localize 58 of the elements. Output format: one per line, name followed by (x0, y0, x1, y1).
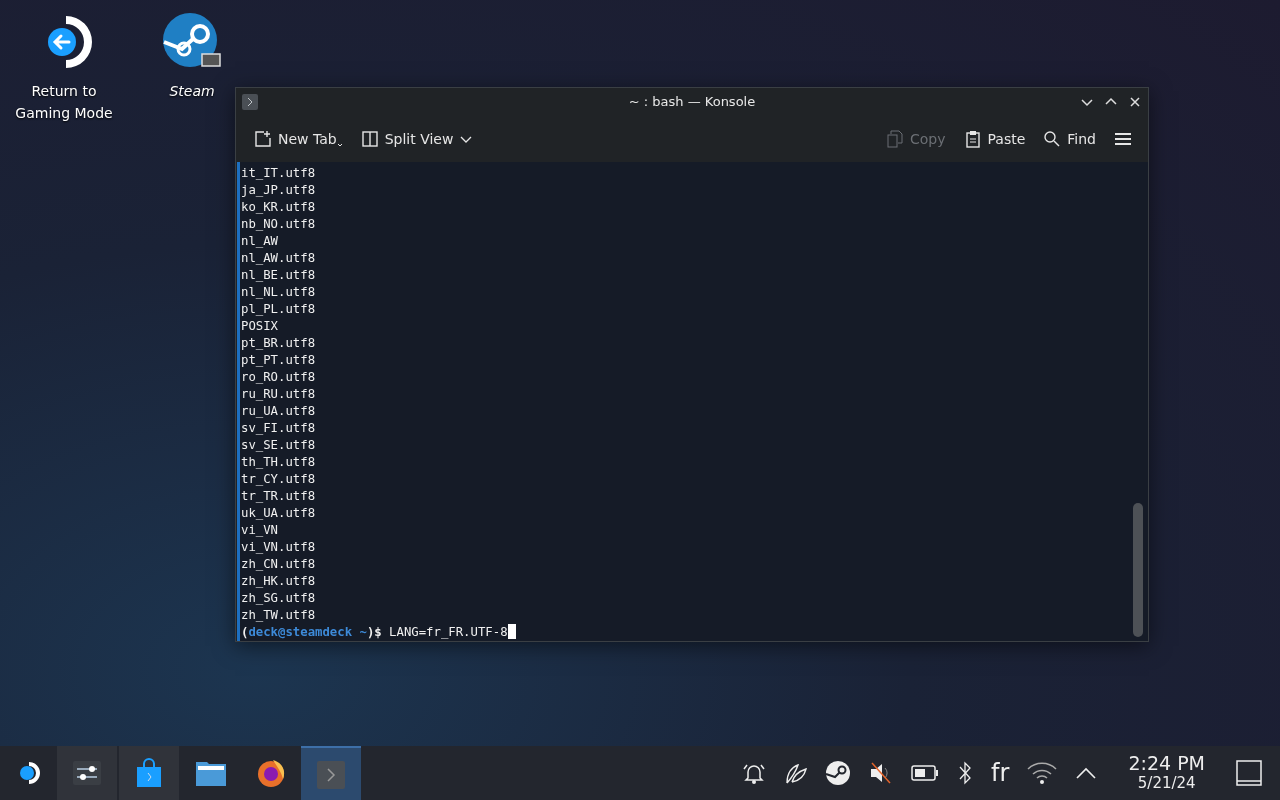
terminal-output-line: pt_BR.utf8 (240, 335, 316, 352)
find-button[interactable]: Find (1037, 125, 1102, 152)
window-title: ~ : bash — Konsole (627, 94, 757, 110)
new-tab-icon[interactable] (254, 129, 272, 148)
search-icon[interactable] (1043, 129, 1062, 148)
browser-icon[interactable] (255, 757, 287, 789)
store-taskbar-button[interactable] (119, 746, 181, 800)
terminal-output-line: sv_SE.utf8 (240, 437, 316, 454)
terminal-output-line: nl_AW.utf8 (240, 250, 316, 267)
terminal-output-line: ro_RO.utf8 (240, 369, 316, 386)
terminal-output-line: vi_VN.utf8 (240, 539, 316, 556)
terminal-output-line: nl_BE.utf8 (240, 267, 316, 284)
terminal-output-line: tr_CY.utf8 (240, 471, 316, 488)
terminal-output-line: vi_VN (240, 522, 279, 539)
chevron-up-icon[interactable] (1075, 766, 1098, 780)
terminal-output-line: it_IT.utf8 (240, 165, 316, 182)
terminal-output-line: th_TH.utf8 (240, 454, 316, 471)
terminal-output-line: zh_CN.utf8 (240, 556, 316, 573)
terminal-output-line: nl_AW (240, 233, 279, 250)
terminal-output-line: ru_UA.utf8 (240, 403, 316, 420)
terminal-output-line: nb_NO.utf8 (240, 216, 316, 233)
terminal-output-line: sv_FI.utf8 (240, 420, 316, 437)
terminal-output-line: zh_SG.utf8 (240, 590, 316, 607)
leaf-icon[interactable] (784, 761, 809, 785)
caret-icon[interactable] (336, 141, 343, 148)
terminal-output-line: tr_TR.utf8 (240, 488, 316, 505)
terminal-output-line: ru_RU.utf8 (240, 386, 316, 403)
terminal-output-line: pt_PT.utf8 (240, 352, 316, 369)
desktop-icon-label[interactable]: Steam (169, 80, 215, 102)
terminal-output-line: nl_NL.utf8 (240, 284, 316, 301)
sliders-icon[interactable] (72, 758, 102, 788)
split-view-icon[interactable] (360, 129, 379, 148)
terminal-taskbar-button[interactable] (301, 744, 361, 800)
show-desktop-icon[interactable] (1236, 760, 1262, 786)
battery-icon[interactable] (911, 763, 940, 783)
steamos-logo-icon[interactable] (17, 761, 41, 785)
keyboard-layout-indicator[interactable]: fr (991, 759, 1010, 787)
terminal-output-line: pl_PL.utf8 (240, 301, 316, 318)
shopping-bag-icon[interactable] (134, 758, 164, 788)
clock-date[interactable]: 5/21/24 (1137, 773, 1196, 793)
terminal-output-line: POSIX (240, 318, 279, 335)
terminal-output-line: ja_JP.utf8 (240, 182, 316, 199)
terminal-output-line: ko_KR.utf8 (240, 199, 316, 216)
terminal-output-line: uk_UA.utf8 (240, 505, 316, 522)
terminal-output-line: zh_TW.utf8 (240, 607, 316, 624)
clock-time[interactable]: 2:24 PM (1128, 753, 1205, 773)
steam-tray-icon[interactable] (825, 760, 852, 786)
terminal-prompt-line: (deck@steamdeck ~)$ LANG=fr_FR.UTF-8 (240, 624, 516, 641)
clipboard-icon[interactable] (963, 129, 982, 148)
split-button[interactable]: Split View (354, 125, 480, 152)
new-tab-button[interactable]: New Tab (248, 125, 349, 152)
desktop-icon-label[interactable]: Return to Gaming Mode (4, 80, 124, 124)
terminal-app-icon (242, 93, 258, 110)
settings-taskbar-button[interactable] (57, 746, 119, 800)
close-icon[interactable] (1128, 94, 1142, 109)
wifi-icon[interactable] (1026, 760, 1059, 786)
terminal-output-line: zh_HK.utf8 (240, 573, 316, 590)
paste-button[interactable]: Paste (957, 125, 1032, 152)
